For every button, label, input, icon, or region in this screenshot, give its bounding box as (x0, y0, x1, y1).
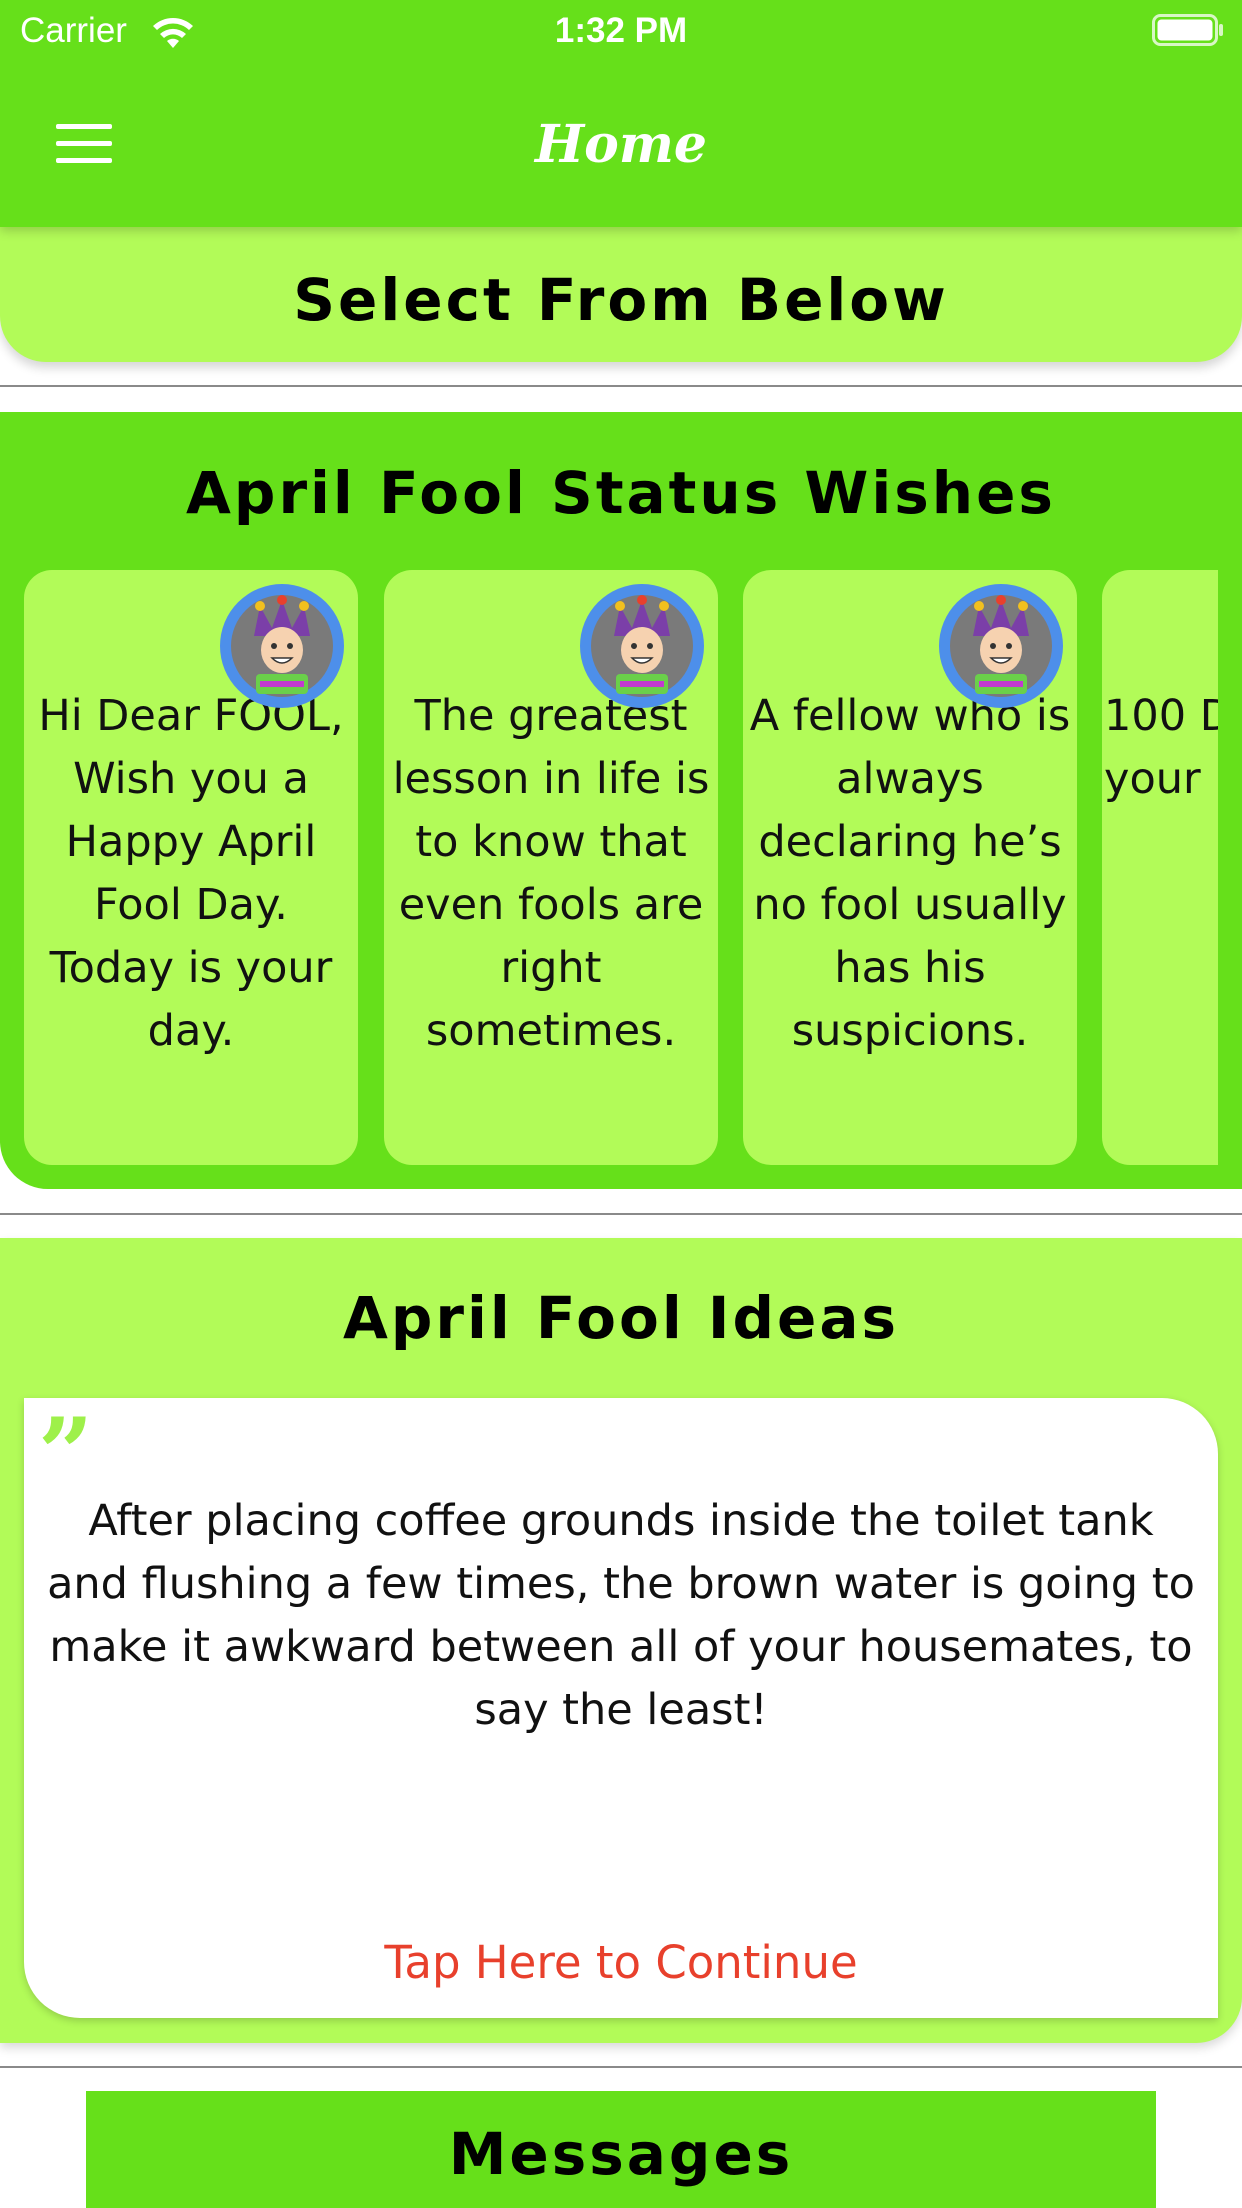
jester-icon (220, 584, 344, 708)
ideas-title: April Fool Ideas (342, 1284, 900, 1352)
messages-section[interactable]: Messages (86, 2091, 1156, 2208)
jester-icon (939, 584, 1063, 708)
messages-title: Messages (448, 2120, 794, 2188)
status-time: 1:32 PM (554, 11, 688, 50)
select-header-title: Select From Below (293, 266, 949, 334)
navigation-bar: Carrier 1:32 PM Home (0, 0, 1242, 227)
idea-text: After placing coffee grounds inside the … (47, 1496, 1195, 1735)
battery-full-icon (1152, 14, 1223, 46)
ideas-section: April Fool Ideas ” After placing coffee … (0, 1238, 1242, 2043)
status-wishes-section: April Fool Status Wishes Hi Dear FOOL, W… (0, 412, 1242, 1189)
quote-icon: ” (38, 1397, 94, 1510)
section-divider (0, 385, 1242, 387)
jester-icon (580, 584, 704, 708)
wish-text: 100 DET When your it wo A (1104, 691, 1218, 804)
section-divider (0, 2066, 1242, 2068)
wish-text: Hi Dear FOOL, Wish you a Happy April Foo… (38, 691, 344, 1056)
status-wishes-carousel[interactable]: Hi Dear FOOL, Wish you a Happy April Foo… (0, 570, 1218, 1170)
continue-link[interactable]: Tap Here to Continue (24, 1936, 1218, 1989)
page-title: Home (535, 114, 707, 175)
section-divider (0, 1213, 1242, 1215)
status-wishes-title: April Fool Status Wishes (186, 459, 1056, 527)
wish-card[interactable]: 100 DET When your it wo A (1102, 570, 1218, 1165)
wish-text: The greatest lesson in life is to know t… (392, 691, 710, 1056)
wish-text: A fellow who is always declaring he’s no… (749, 691, 1071, 1056)
idea-card[interactable]: ” After placing coffee grounds inside th… (24, 1398, 1218, 2018)
home-screen: Carrier 1:32 PM Home Select From Below A… (0, 0, 1242, 2208)
